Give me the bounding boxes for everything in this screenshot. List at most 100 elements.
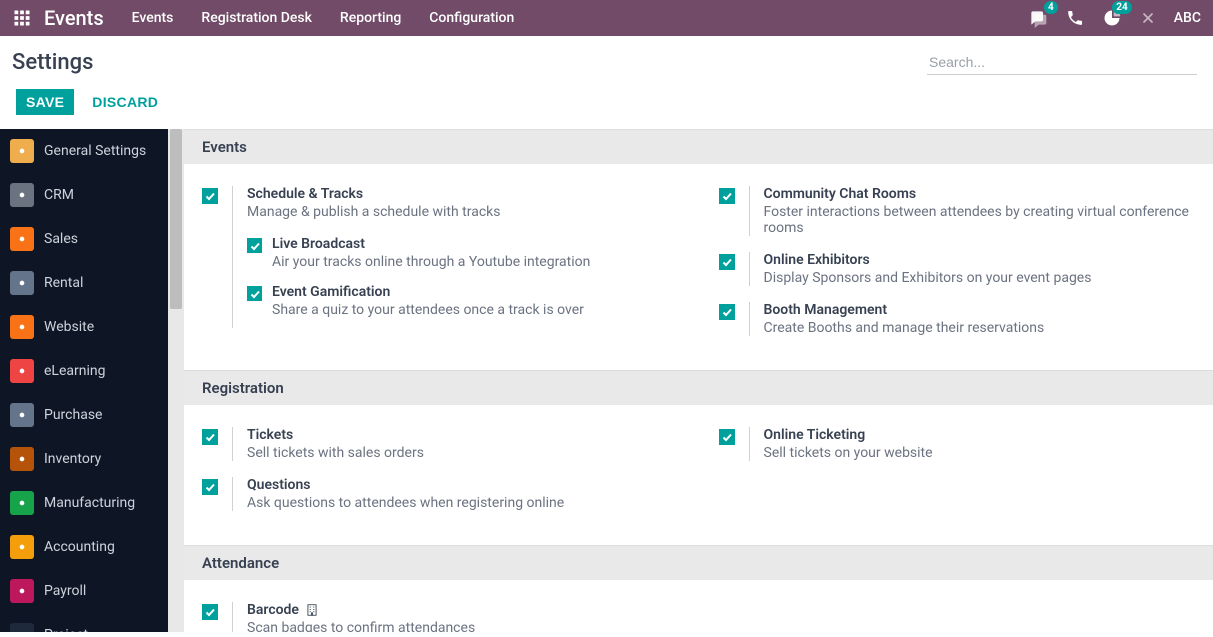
sidebar-item-label: Accounting [44,539,115,555]
setting-title: Booth Management [764,302,1196,318]
search-input[interactable] [927,50,1197,75]
setting-title: Tickets [247,427,679,443]
settings-sidebar: General Settings CRM Sales Rental Website eLe… [0,129,168,632]
barcode-label: Barcode [247,602,299,618]
sidebar-item-manufacturing[interactable]: Manufacturing [0,481,168,525]
setting-desc: Foster interactions between attendees by… [764,204,1196,236]
sidebar-item-purchase[interactable]: Purchase [0,393,168,437]
sidebar-item-general-settings[interactable]: General Settings [0,129,168,173]
setting-title: Live Broadcast [272,236,590,252]
save-button[interactable]: SAVE [16,89,74,115]
settings-content: Events Schedule & Tracks Manage & publis… [184,129,1213,632]
checkbox-schedule-tracks[interactable] [202,188,218,204]
setting-title: Online Ticketing [764,427,1196,443]
setting-desc: Ask questions to attendees when register… [247,495,679,511]
action-bar: SAVE DISCARD [0,75,1213,129]
activity-icon[interactable]: 24 [1102,8,1122,28]
user-menu[interactable]: ABC [1174,10,1201,26]
sidebar-item-elearning[interactable]: eLearning [0,349,168,393]
payroll-icon [10,579,34,603]
close-icon[interactable] [1140,10,1156,26]
checkbox-barcode[interactable] [202,604,218,620]
sidebar-item-label: Inventory [44,451,101,467]
sidebar-item-label: Website [44,319,94,335]
brand-title[interactable]: Events [44,6,104,30]
checkbox-live-broadcast[interactable] [247,238,262,253]
sidebar-item-label: Manufacturing [44,495,135,511]
chat-badge: 4 [1044,1,1058,14]
menu-events[interactable]: Events [132,10,174,26]
setting-title: Barcode [247,602,679,618]
sidebar-item-payroll[interactable]: Payroll [0,569,168,613]
checkbox-gamification[interactable] [247,286,262,301]
setting-title: Online Exhibitors [764,252,1196,268]
sidebar-item-label: Purchase [44,407,102,423]
setting-barcode: Barcode Scan badges to confirm attendanc… [202,598,679,632]
sidebar-item-website[interactable]: Website [0,305,168,349]
checkbox-tickets[interactable] [202,429,218,445]
menu-reporting[interactable]: Reporting [340,10,401,26]
inventory-icon [10,447,34,471]
sidebar-item-label: Sales [44,231,78,247]
website-icon [10,315,34,339]
setting-title: Questions [247,477,679,493]
rental-icon [10,271,34,295]
setting-schedule-tracks: Schedule & Tracks Manage & publish a sch… [202,182,679,340]
page-title: Settings [12,50,93,75]
section-registration-header: Registration [184,370,1213,405]
sales-icon [10,227,34,251]
setting-desc: Sell tickets with sales orders [247,445,679,461]
section-events-header: Events [184,129,1213,164]
setting-online-exhibitors: Online Exhibitors Display Sponsors and E… [719,248,1196,298]
setting-desc: Air your tracks online through a Youtube… [272,254,590,270]
setting-desc: Display Sponsors and Exhibitors on your … [764,270,1196,286]
subsetting-live-broadcast: Live Broadcast Air your tracks online th… [247,232,679,280]
setting-desc: Scan badges to confirm attendances [247,620,679,632]
sidebar-item-label: Rental [44,275,83,291]
checkbox-online-ticketing[interactable] [719,429,735,445]
sidebar-item-project[interactable]: Project [0,613,168,632]
setting-desc: Manage & publish a schedule with tracks [247,204,679,220]
sidebar-item-label: Project [44,627,88,632]
sidebar-item-label: CRM [44,187,74,203]
general-settings-icon [10,139,34,163]
accounting-icon [10,535,34,559]
checkbox-online-exhibitors[interactable] [719,254,735,270]
discard-button[interactable]: DISCARD [92,94,158,110]
setting-desc: Sell tickets on your website [764,445,1196,461]
phone-icon[interactable] [1066,9,1084,27]
sidebar-item-label: eLearning [44,363,105,379]
subheader: Settings [0,36,1213,75]
checkbox-booth[interactable] [719,304,735,320]
setting-title: Event Gamification [272,284,584,300]
setting-desc: Create Booths and manage their reservati… [764,320,1196,336]
sidebar-item-inventory[interactable]: Inventory [0,437,168,481]
elearning-icon [10,359,34,383]
setting-title: Schedule & Tracks [247,186,679,202]
subsetting-gamification: Event Gamification Share a quiz to your … [247,280,679,328]
project-icon [10,623,34,632]
checkbox-questions[interactable] [202,479,218,495]
setting-chat-rooms: Community Chat Rooms Foster interactions… [719,182,1196,248]
menu-registration-desk[interactable]: Registration Desk [201,10,312,26]
sidebar-scrollbar[interactable] [168,129,184,632]
sidebar-item-sales[interactable]: Sales [0,217,168,261]
section-attendance-header: Attendance [184,545,1213,580]
navbar: Events Events Registration Desk Reportin… [0,0,1213,36]
sidebar-item-accounting[interactable]: Accounting [0,525,168,569]
chat-icon[interactable]: 4 [1028,8,1048,28]
activity-badge: 24 [1112,1,1131,14]
sidebar-item-label: General Settings [44,143,146,159]
apps-icon[interactable] [12,8,32,28]
checkbox-chat-rooms[interactable] [719,188,735,204]
nav-menu: Events Registration Desk Reporting Confi… [132,10,515,26]
enterprise-icon [305,603,319,617]
setting-booth: Booth Management Create Booths and manag… [719,298,1196,348]
sidebar-item-crm[interactable]: CRM [0,173,168,217]
setting-questions: Questions Ask questions to attendees whe… [202,473,679,523]
menu-configuration[interactable]: Configuration [429,10,514,26]
setting-title: Community Chat Rooms [764,186,1196,202]
crm-icon [10,183,34,207]
sidebar-item-rental[interactable]: Rental [0,261,168,305]
purchase-icon [10,403,34,427]
